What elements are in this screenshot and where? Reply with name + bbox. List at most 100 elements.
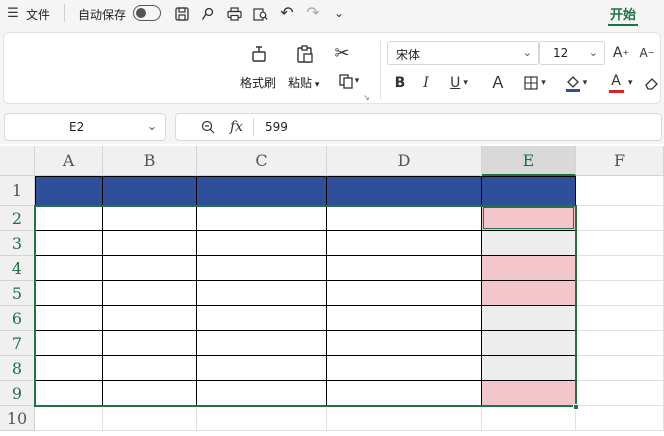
grid-line <box>103 406 197 431</box>
header-cell[interactable] <box>327 176 482 206</box>
row-header[interactable]: 10 <box>0 406 35 431</box>
table-cell[interactable] <box>103 381 197 406</box>
expand-launcher-icon[interactable]: ↘ <box>363 93 370 102</box>
table-cell[interactable] <box>482 381 576 406</box>
table-cell[interactable] <box>327 306 482 331</box>
table-cell[interactable] <box>103 306 197 331</box>
row-header[interactable]: 5 <box>0 281 35 306</box>
column-header[interactable]: C <box>197 146 327 176</box>
column-header[interactable]: A <box>35 146 103 176</box>
table-cell[interactable] <box>35 231 103 256</box>
header-cell[interactable] <box>197 176 327 206</box>
row-header[interactable]: 8 <box>0 356 35 381</box>
font-color-icon[interactable]: A <box>601 71 631 95</box>
row-header[interactable]: 9 <box>0 381 35 406</box>
table-cell[interactable] <box>482 231 576 256</box>
chevron-down-icon[interactable]: ▾ <box>628 78 633 88</box>
select-all-corner[interactable] <box>0 146 35 176</box>
function-icon[interactable]: fx <box>230 119 243 135</box>
eraser-icon[interactable] <box>641 73 661 93</box>
table-cell[interactable] <box>103 206 197 231</box>
header-cell[interactable] <box>103 176 197 206</box>
header-cell[interactable] <box>35 176 103 206</box>
decrease-font-size-icon[interactable]: A − <box>637 43 657 63</box>
autosave-toggle[interactable] <box>133 5 161 21</box>
table-cell[interactable] <box>327 381 482 406</box>
column-header[interactable]: D <box>327 146 482 176</box>
column-header[interactable]: E <box>482 146 576 176</box>
fill-color-icon[interactable]: ▾ <box>560 71 592 95</box>
table-cell[interactable] <box>35 331 103 356</box>
table-cell[interactable] <box>327 231 482 256</box>
table-cell[interactable] <box>482 331 576 356</box>
table-cell[interactable] <box>482 306 576 331</box>
name-box[interactable]: E2 ⌄ <box>4 113 166 141</box>
table-cell[interactable] <box>103 356 197 381</box>
italic-button[interactable]: I <box>416 73 436 93</box>
row-header[interactable]: 3 <box>0 231 35 256</box>
increase-font-size-icon[interactable]: A + <box>611 43 631 63</box>
font-size-select[interactable]: 12 ⌄ <box>539 41 605 65</box>
row-header[interactable]: 4 <box>0 256 35 281</box>
table-cell[interactable] <box>103 331 197 356</box>
redo-icon[interactable]: ↷ <box>304 4 322 22</box>
bold-button[interactable]: B <box>390 73 410 93</box>
row-header[interactable]: 1 <box>0 176 35 206</box>
zoom-icon[interactable] <box>200 119 216 135</box>
column-header[interactable]: B <box>103 146 197 176</box>
borders-icon[interactable]: ▾ <box>519 73 551 93</box>
undo-icon[interactable]: ↶ <box>278 4 296 22</box>
cut-icon[interactable]: ✂ <box>331 43 353 65</box>
table-cell[interactable] <box>327 281 482 306</box>
paste-button[interactable]: 粘贴 ▾ <box>288 74 319 91</box>
hamburger-menu-icon[interactable]: ☰ <box>6 6 20 20</box>
table-cell[interactable] <box>197 281 327 306</box>
table-cell[interactable] <box>35 281 103 306</box>
strikethrough-icon[interactable]: Ａ <box>488 73 508 93</box>
font-name-select[interactable]: 宋体 ⌄ <box>387 41 539 65</box>
table-cell[interactable] <box>35 306 103 331</box>
table-cell[interactable] <box>35 206 103 231</box>
table-cell[interactable] <box>103 231 197 256</box>
row-header[interactable]: 7 <box>0 331 35 356</box>
table-cell[interactable] <box>197 206 327 231</box>
table-cell[interactable] <box>482 256 576 281</box>
file-menu[interactable]: 文件 <box>26 6 50 23</box>
table-cell[interactable] <box>197 256 327 281</box>
table-cell[interactable] <box>197 231 327 256</box>
table-cell[interactable] <box>103 256 197 281</box>
table-cell[interactable] <box>197 306 327 331</box>
header-cell[interactable] <box>482 176 576 206</box>
export-icon[interactable] <box>199 5 217 23</box>
row-header[interactable]: 2 <box>0 206 35 231</box>
table-cell[interactable] <box>35 256 103 281</box>
table-cell[interactable] <box>197 356 327 381</box>
fill-handle[interactable] <box>573 404 579 410</box>
tab-home[interactable]: 开始 <box>610 4 636 23</box>
save-icon[interactable] <box>173 5 191 23</box>
table-cell[interactable] <box>103 281 197 306</box>
table-cell[interactable] <box>482 281 576 306</box>
table-cell[interactable] <box>35 381 103 406</box>
format-painter-button[interactable]: 格式刷 <box>240 74 276 91</box>
formula-input[interactable]: fx 599 <box>175 113 662 141</box>
table-cell[interactable] <box>327 331 482 356</box>
row-header[interactable]: 6 <box>0 306 35 331</box>
chevron-down-icon[interactable]: ⌄ <box>330 4 348 22</box>
table-cell[interactable] <box>197 381 327 406</box>
table-cell[interactable] <box>35 356 103 381</box>
print-icon[interactable] <box>225 5 243 23</box>
table-cell[interactable] <box>327 256 482 281</box>
paste-icon[interactable] <box>294 43 316 65</box>
spreadsheet-grid[interactable]: A B C D E F 1 2 3 4 5 6 7 8 9 10 <box>0 146 664 436</box>
copy-icon[interactable]: ▾ <box>334 71 364 91</box>
table-cell[interactable] <box>327 356 482 381</box>
print-preview-icon[interactable] <box>251 5 269 23</box>
table-cell[interactable] <box>482 356 576 381</box>
table-cell[interactable] <box>327 206 482 231</box>
format-painter-icon[interactable] <box>248 43 270 65</box>
table-cell[interactable] <box>197 331 327 356</box>
table-cell[interactable] <box>482 206 576 231</box>
column-header[interactable]: F <box>576 146 664 176</box>
underline-button[interactable]: U ▾ <box>444 73 474 93</box>
